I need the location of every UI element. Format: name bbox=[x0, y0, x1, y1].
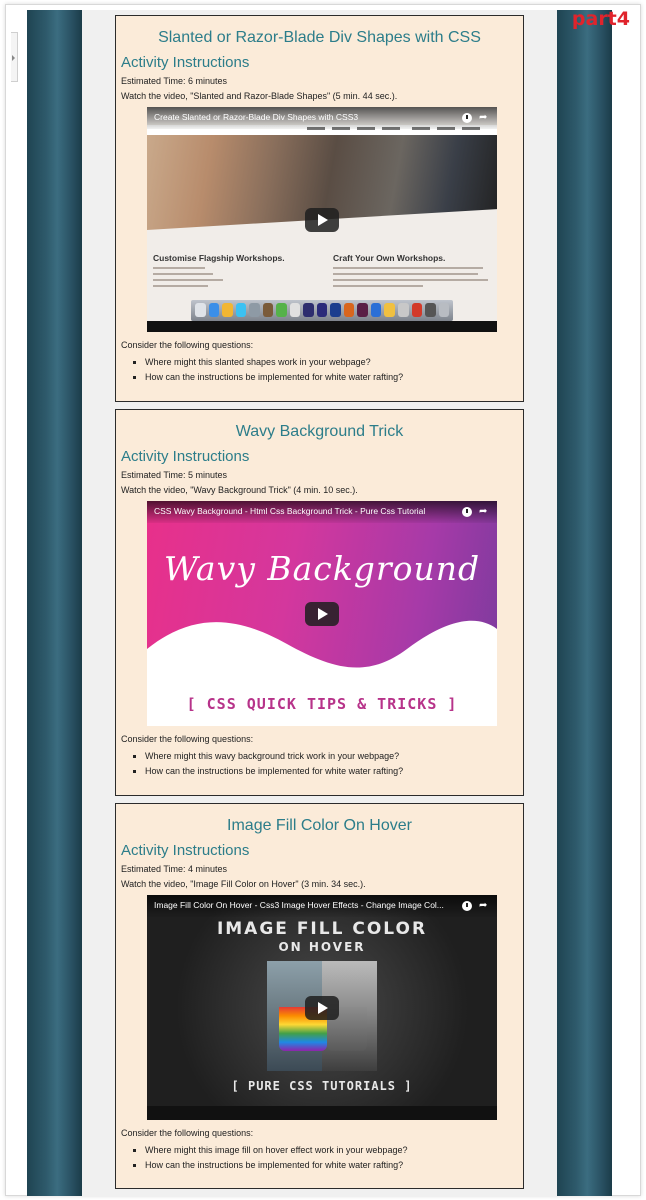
play-icon[interactable] bbox=[305, 207, 339, 232]
video-title[interactable]: CSS Wavy Background - Html Css Backgroun… bbox=[147, 501, 497, 523]
left-decorative-bar bbox=[27, 10, 82, 1196]
card-title: Wavy Background Trick bbox=[235, 423, 404, 440]
thumbnail-heading: IMAGE FILL COLOR bbox=[216, 919, 428, 939]
watch-later-icon[interactable] bbox=[462, 507, 472, 517]
list-item: How can the instructions be implemented … bbox=[145, 764, 523, 779]
share-icon[interactable]: ➦ bbox=[479, 113, 489, 123]
questions-intro: Consider the following questions: bbox=[121, 1128, 254, 1138]
questions-list: Where might this slanted shapes work in … bbox=[145, 355, 523, 385]
instructions-heading: Activity Instructions bbox=[121, 448, 250, 465]
collapse-panel-handle[interactable] bbox=[11, 32, 18, 82]
list-item: Where might this wavy background trick w… bbox=[145, 749, 523, 764]
activity-card-slanted-shapes: Slanted or Razor-Blade Div Shapes with C… bbox=[115, 15, 524, 402]
thumbnail-subheading: [ CSS QUICK TIPS & TRICKS ] bbox=[186, 695, 458, 713]
thumbnail-subheading: ON HOVER bbox=[278, 940, 366, 954]
thumbnail-heading: Customise Flagship Workshops. bbox=[153, 253, 285, 263]
questions-list: Where might this wavy background trick w… bbox=[145, 749, 523, 779]
list-item: How can the instructions be implemented … bbox=[145, 1158, 523, 1173]
instructions-heading: Activity Instructions bbox=[121, 54, 250, 71]
activity-card-image-fill: Image Fill Color On Hover Activity Instr… bbox=[115, 803, 524, 1189]
video-title[interactable]: Create Slanted or Razor-Blade Div Shapes… bbox=[147, 107, 497, 129]
part-label: part4 bbox=[571, 8, 630, 30]
estimated-time: Estimated Time: 6 minutes bbox=[121, 76, 228, 86]
play-icon[interactable] bbox=[305, 601, 339, 626]
video-player[interactable]: Customise Flagship Workshops. Craft Your… bbox=[147, 107, 497, 332]
thumbnail-dock bbox=[191, 300, 453, 321]
video-title[interactable]: Image Fill Color On Hover - Css3 Image H… bbox=[147, 895, 497, 917]
share-icon[interactable]: ➦ bbox=[479, 507, 489, 517]
estimated-time: Estimated Time: 4 minutes bbox=[121, 864, 228, 874]
watch-instructions: Watch the video, "Slanted and Razor-Blad… bbox=[121, 91, 398, 101]
right-decorative-bar bbox=[557, 10, 612, 1196]
card-title: Image Fill Color On Hover bbox=[227, 817, 412, 834]
video-player[interactable]: IMAGE FILL COLOR ON HOVER [ PURE CSS TUT… bbox=[147, 895, 497, 1120]
card-title: Slanted or Razor-Blade Div Shapes with C… bbox=[158, 29, 481, 46]
list-item: How can the instructions be implemented … bbox=[145, 370, 523, 385]
estimated-time: Estimated Time: 5 minutes bbox=[121, 470, 228, 480]
activity-card-wavy-background: Wavy Background Trick Activity Instructi… bbox=[115, 409, 524, 796]
watch-instructions: Watch the video, "Wavy Background Trick"… bbox=[121, 485, 358, 495]
share-icon[interactable]: ➦ bbox=[479, 901, 489, 911]
questions-intro: Consider the following questions: bbox=[121, 340, 254, 350]
watch-later-icon[interactable] bbox=[462, 901, 472, 911]
thumbnail-heading: Wavy Background bbox=[163, 549, 481, 588]
watch-later-icon[interactable] bbox=[462, 113, 472, 123]
play-icon[interactable] bbox=[305, 995, 339, 1020]
list-item: Where might this slanted shapes work in … bbox=[145, 355, 523, 370]
questions-list: Where might this image fill on hover eff… bbox=[145, 1143, 523, 1173]
questions-intro: Consider the following questions: bbox=[121, 734, 254, 744]
list-item: Where might this image fill on hover eff… bbox=[145, 1143, 523, 1158]
instructions-heading: Activity Instructions bbox=[121, 842, 250, 859]
video-player[interactable]: Wavy Background [ CSS QUICK TIPS & TRICK… bbox=[147, 501, 497, 726]
thumbnail-caption: [ PURE CSS TUTORIALS ] bbox=[231, 1079, 413, 1093]
watch-instructions: Watch the video, "Image Fill Color on Ho… bbox=[121, 879, 366, 889]
thumbnail-heading: Craft Your Own Workshops. bbox=[333, 253, 446, 263]
